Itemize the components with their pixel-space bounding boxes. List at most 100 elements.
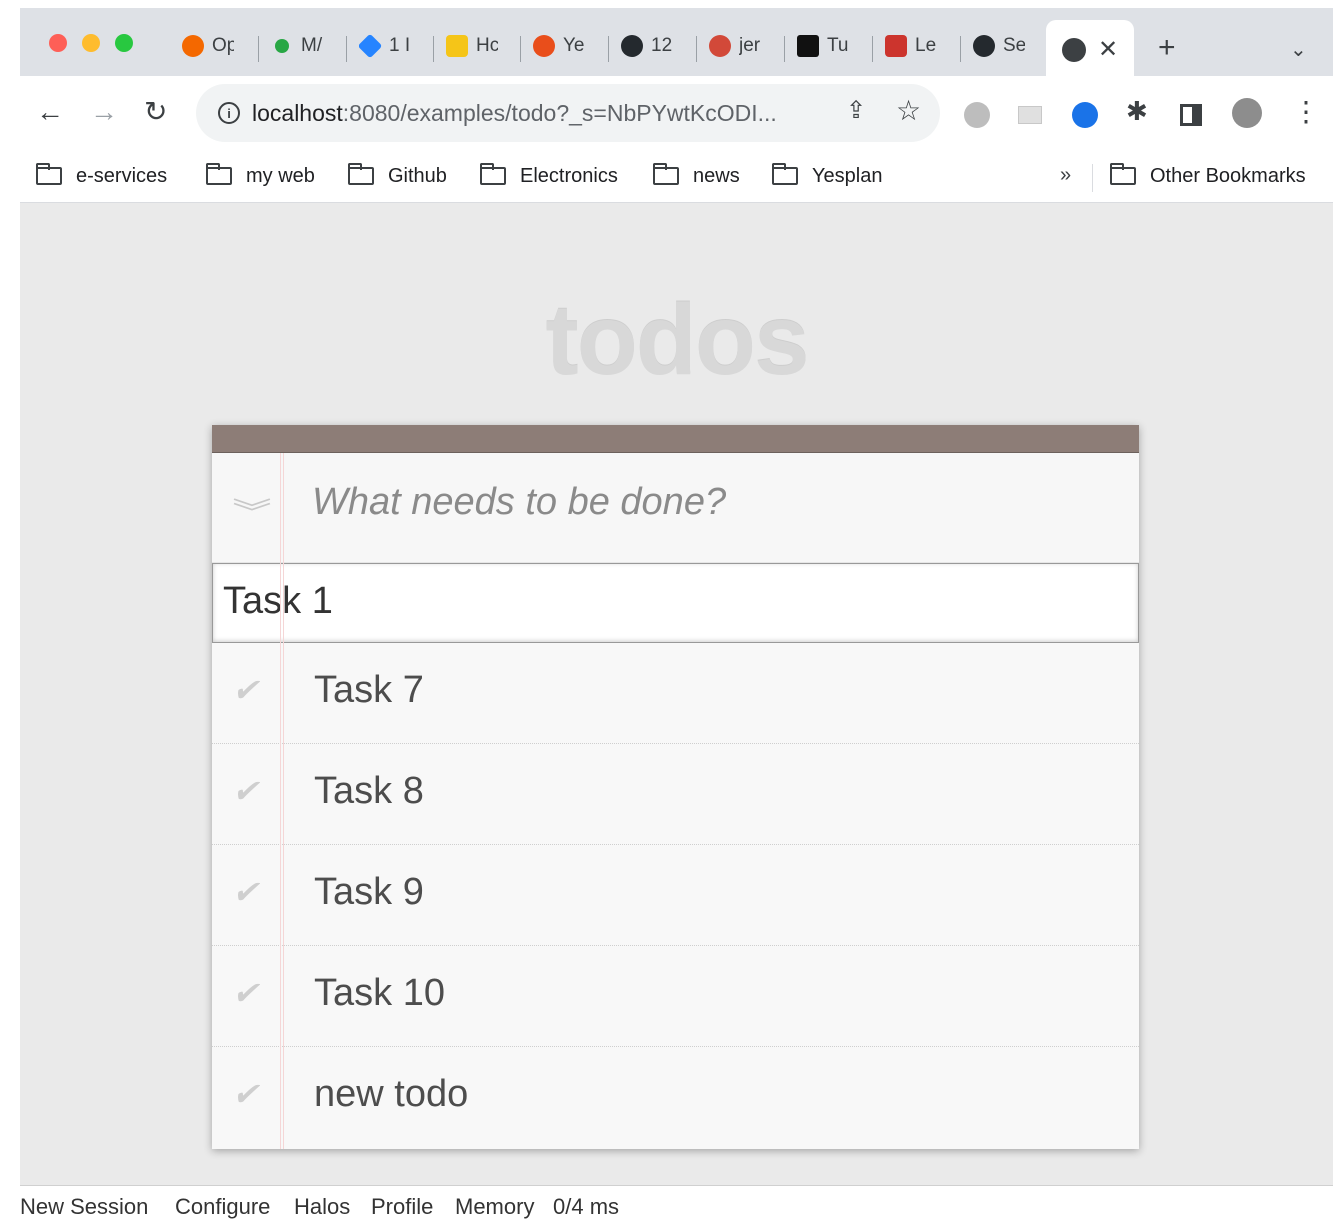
checkmark-icon[interactable]: ✔: [232, 772, 259, 810]
todo-item[interactable]: ✔ Task 8: [212, 744, 1139, 845]
folder-icon: [1110, 163, 1136, 185]
folder-icon: [348, 163, 374, 185]
folder-icon: [206, 163, 232, 185]
browser-tab[interactable]: M/: [271, 28, 323, 64]
tab-title: Hc: [476, 35, 498, 56]
tab-title: 12: [651, 35, 673, 56]
page-content: todos ︾ What needs to be done? Task 1 ✔ …: [20, 203, 1333, 1185]
bookmark-folder[interactable]: e-services: [36, 162, 167, 190]
browser-chrome: Op M/ 1 I Hc Ye 12 jer Tu Le Se ✕ + ⌄ ← …: [20, 8, 1333, 203]
kebab-menu-icon[interactable]: ⋮: [1292, 92, 1320, 132]
bookmark-folder[interactable]: news: [653, 162, 740, 190]
render-time: 0/4 ms: [553, 1194, 620, 1219]
jenkins-icon: [709, 35, 731, 57]
browser-tab[interactable]: Le: [885, 28, 937, 64]
tab-title: jer: [739, 35, 761, 56]
share-icon[interactable]: ⇪: [846, 96, 866, 125]
profile-avatar[interactable]: [1232, 98, 1262, 128]
tuta-icon: [797, 35, 819, 57]
active-tab[interactable]: ✕: [1046, 20, 1134, 78]
todo-item[interactable]: ✔ Task 9: [212, 845, 1139, 946]
gear-extension-icon[interactable]: [964, 102, 990, 128]
todo-item[interactable]: ✔ Task 7: [212, 643, 1139, 744]
new-todo-row: ︾ What needs to be done?: [212, 453, 1139, 563]
minimize-window-button[interactable]: [82, 34, 100, 52]
tab-search-chevron-icon[interactable]: ⌄: [1290, 30, 1307, 70]
dev-toolbar: New Session Configure Halos Profile Memo…: [20, 1185, 1333, 1225]
halos-link[interactable]: Halos: [294, 1194, 350, 1220]
puzzle-extensions-icon[interactable]: ✱: [1126, 96, 1148, 127]
browser-tab[interactable]: Op: [182, 28, 234, 64]
memory-link[interactable]: Memory: [455, 1194, 534, 1220]
folder-icon: [653, 163, 679, 185]
github-icon: [973, 35, 995, 57]
folder-icon: [772, 163, 798, 185]
ruby-icon: [885, 35, 907, 57]
todo-label: new todo: [314, 1073, 469, 1115]
edit-todo-input[interactable]: Task 1: [212, 563, 1139, 643]
bookmark-folder[interactable]: my web: [206, 162, 315, 190]
tab-title: Le: [915, 35, 937, 56]
tab-title: M/: [301, 35, 323, 56]
tab-strip: Op M/ 1 I Hc Ye 12 jer Tu Le Se ✕ + ⌄: [20, 8, 1333, 78]
grafana-icon: [182, 35, 204, 57]
close-tab-icon[interactable]: ✕: [1098, 32, 1118, 68]
side-panel-icon[interactable]: [1180, 104, 1202, 126]
todo-label: Task 7: [314, 669, 424, 711]
jira-icon: [359, 33, 383, 59]
checkmark-icon[interactable]: ✔: [232, 1075, 259, 1113]
maximize-window-button[interactable]: [115, 34, 133, 52]
bookmark-folder[interactable]: Yesplan: [772, 162, 882, 190]
yesplan-icon: [533, 35, 555, 57]
browser-tab[interactable]: Se: [973, 28, 1025, 64]
browser-tab[interactable]: Ye: [533, 28, 585, 64]
reload-icon[interactable]: ↻: [144, 94, 167, 130]
tab-title: Ye: [563, 35, 585, 56]
app-header-bar: [212, 425, 1139, 453]
tab-title: Tu: [827, 35, 849, 56]
notepad-margin-line: [280, 453, 284, 1149]
checkmark-icon[interactable]: ✔: [232, 873, 259, 911]
configure-link[interactable]: Configure: [175, 1194, 270, 1220]
bookmark-star-icon[interactable]: ☆: [896, 94, 921, 127]
bookmark-folder[interactable]: Github: [348, 162, 447, 190]
forward-arrow-icon[interactable]: →: [90, 94, 118, 130]
profile-link[interactable]: Profile: [371, 1194, 433, 1220]
github-icon: [621, 35, 643, 57]
checkmark-icon[interactable]: ✔: [232, 974, 259, 1012]
address-bar[interactable]: i localhost:8080/examples/todo?_s=NbPYwt…: [196, 84, 940, 142]
folder-icon: [480, 163, 506, 185]
todo-label: Task 9: [314, 871, 424, 913]
bookmark-folder[interactable]: Electronics: [480, 162, 618, 190]
toggle-all-chevron-icon[interactable]: ︾: [232, 491, 271, 531]
yellow-app-icon: [446, 35, 468, 57]
grid-extension-icon[interactable]: [1018, 106, 1042, 124]
new-tab-button[interactable]: +: [1158, 28, 1176, 68]
other-bookmarks-folder[interactable]: Other Bookmarks: [1110, 162, 1306, 190]
tab-title: Op: [212, 35, 234, 56]
checkmark-icon[interactable]: ✔: [232, 671, 259, 709]
todo-item[interactable]: ✔ new todo: [212, 1047, 1139, 1148]
todo-item[interactable]: ✔ Task 10: [212, 946, 1139, 1047]
url-text[interactable]: localhost:8080/examples/todo?_s=NbPYwtKc…: [252, 100, 777, 127]
bookmarks-bar: e-services my web Github Electronics new…: [20, 152, 1333, 203]
new-todo-input[interactable]: What needs to be done?: [312, 481, 726, 524]
page-title: todos: [545, 284, 809, 396]
browser-tab[interactable]: Tu: [797, 28, 849, 64]
browser-tab[interactable]: 12: [621, 28, 673, 64]
new-session-link[interactable]: New Session: [20, 1194, 148, 1220]
back-arrow-icon[interactable]: ←: [36, 94, 64, 130]
todo-app: ︾ What needs to be done? Task 1 ✔ Task 7…: [212, 425, 1139, 1149]
info-icon[interactable]: i: [218, 102, 240, 124]
password-extension-icon[interactable]: [1072, 102, 1098, 128]
browser-tab[interactable]: 1 I: [359, 28, 411, 64]
browser-toolbar: ← → ↻ i localhost:8080/examples/todo?_s=…: [20, 76, 1333, 152]
globe-icon: [1062, 38, 1086, 62]
browser-tab[interactable]: Hc: [446, 28, 498, 64]
todo-label: Task 10: [314, 972, 445, 1014]
close-window-button[interactable]: [49, 34, 67, 52]
browser-tab[interactable]: jer: [709, 28, 761, 64]
more-bookmarks-chevron-icon[interactable]: »: [1060, 164, 1071, 187]
green-dot-icon: [275, 39, 289, 53]
tab-title: 1 I: [389, 35, 411, 56]
